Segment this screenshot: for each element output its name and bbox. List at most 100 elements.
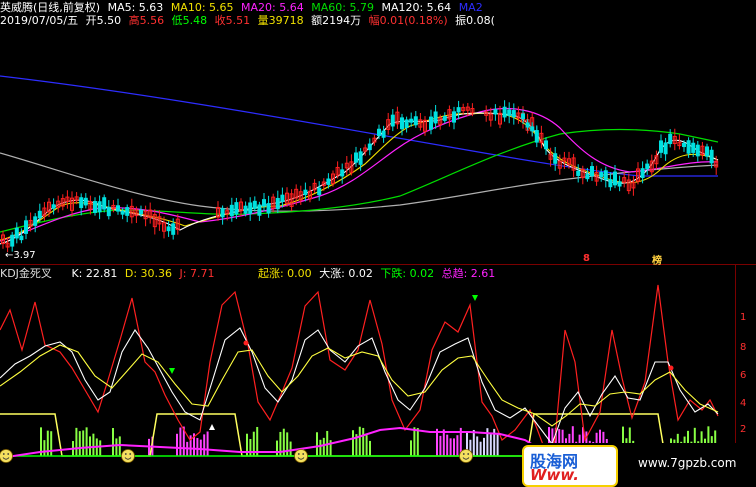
candle	[645, 159, 650, 175]
qizhang-value: 起涨: 0.00	[257, 267, 312, 280]
signal-bar	[352, 430, 354, 456]
sell-signal-marker	[472, 295, 478, 301]
candle	[216, 201, 220, 221]
candle	[429, 109, 433, 135]
candle	[576, 164, 581, 183]
signal-bar	[316, 432, 318, 456]
candle	[97, 195, 102, 220]
smiley-icon	[459, 449, 473, 463]
cross-marker	[668, 365, 674, 371]
candle	[354, 146, 358, 168]
signal-bar	[362, 427, 365, 456]
signal-bar	[92, 433, 95, 456]
ma120-value: MA120: 5.64	[381, 1, 452, 14]
low-price-marker: ←3.97	[5, 250, 36, 261]
candle	[248, 197, 253, 221]
change-value: 幅0.01(0.18%)	[368, 14, 448, 27]
site-logo: 股海网 Www.	[522, 445, 618, 487]
kdj-legend: KDJ金死叉 K: 22.81 D: 30.36 J: 7.71 起涨: 0.0…	[0, 267, 499, 280]
buy-signal-marker	[209, 424, 215, 430]
signal-bar	[365, 435, 368, 456]
signal-bar	[416, 428, 419, 456]
candle	[363, 144, 368, 156]
amplitude-value: 振0.08(	[455, 14, 495, 27]
candle	[10, 231, 15, 252]
ma-legend: 英威腾(日线,前复权) MA5: 5.63 MA10: 5.65 MA20: 5…	[0, 1, 487, 14]
sell-signal-marker	[169, 368, 175, 374]
candle	[148, 202, 153, 224]
signal-bar	[369, 440, 371, 456]
volume-value: 量39718	[257, 14, 304, 27]
signal-bar	[456, 435, 459, 456]
candle	[143, 205, 148, 227]
signal-bar	[249, 439, 252, 456]
candle	[413, 111, 418, 128]
signal-bar	[410, 440, 412, 456]
candle	[649, 154, 654, 176]
close-price: 收5.51	[214, 14, 251, 27]
candle	[636, 162, 640, 185]
signal-bar	[286, 432, 289, 456]
kdj-d-value: D: 30.36	[124, 267, 173, 280]
signal-bar	[449, 438, 452, 456]
stock-title: 英威腾(日线,前复权)	[0, 1, 101, 14]
candle	[390, 109, 395, 132]
candle	[571, 153, 576, 178]
mask-bottom	[183, 222, 575, 264]
candle	[65, 190, 70, 209]
candle	[594, 165, 599, 186]
candle	[220, 205, 225, 225]
candle	[88, 195, 93, 215]
signal-bar	[112, 428, 114, 456]
candle	[24, 215, 28, 240]
candle	[239, 198, 243, 217]
candle	[700, 141, 705, 160]
candle	[654, 150, 659, 170]
kdj-j-value: J: 7.71	[179, 267, 215, 280]
ma250-value: MA2	[458, 1, 483, 14]
signal-bar	[75, 427, 78, 456]
candle	[70, 191, 74, 217]
signal-bar	[358, 426, 361, 456]
candle	[252, 196, 257, 212]
candle	[275, 190, 280, 214]
ohlc-bar: 2019/07/05/五 开5.50 高5.56 低5.48 收5.51 量39…	[0, 14, 499, 27]
candle	[157, 210, 162, 231]
candle	[663, 137, 668, 161]
candle	[317, 181, 322, 201]
candle	[257, 201, 262, 221]
signal-bar	[99, 440, 102, 456]
kdj-tick-label: 1	[740, 312, 746, 323]
candle	[56, 195, 61, 213]
candle	[312, 179, 317, 194]
signal-bar	[446, 434, 449, 456]
signal-bar	[322, 437, 325, 456]
candle	[617, 175, 622, 192]
candle	[262, 192, 266, 212]
signal-bar	[85, 427, 88, 456]
signal-bar	[439, 435, 442, 456]
chart-canvas[interactable]: ←3.97 1 8 6 4 2	[0, 0, 756, 487]
candle	[303, 182, 308, 202]
candle	[539, 125, 544, 149]
candle	[442, 112, 447, 124]
candle	[234, 197, 239, 220]
signal-bar	[453, 438, 455, 456]
candle	[590, 162, 594, 181]
candle	[544, 137, 548, 155]
ma5-value: MA5: 5.63	[107, 1, 164, 14]
stock-chart-window: ←3.97 1 8 6 4 2 英威腾(日线,前复权) MA5: 5.63 MA10: …	[0, 0, 756, 487]
signal-bar	[43, 440, 46, 456]
ma60-value: MA60: 5.79	[311, 1, 374, 14]
candle	[33, 213, 38, 233]
candle	[603, 166, 608, 188]
candle	[418, 112, 423, 131]
signal-bar	[50, 431, 53, 456]
kdj-tick-label: 6	[740, 370, 746, 381]
candle	[19, 228, 24, 244]
signal-bar	[78, 431, 81, 456]
signal-bar	[199, 439, 202, 456]
candle	[672, 128, 677, 151]
candle	[289, 189, 294, 212]
signal-bar	[442, 429, 445, 456]
